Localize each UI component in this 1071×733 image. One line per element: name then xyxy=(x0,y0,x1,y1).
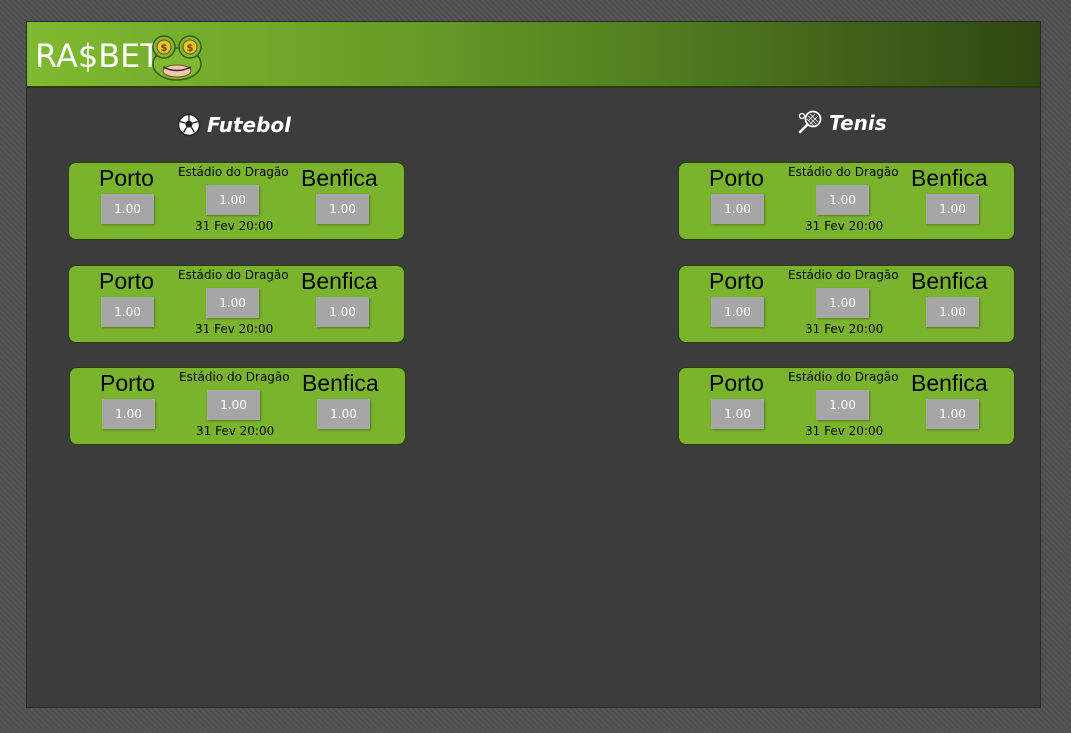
game-card: Porto Estádio do Dragão Benfica 1.00 1.0… xyxy=(678,265,1015,343)
top-bar: RA$BET $ $ xyxy=(27,22,1040,88)
venue: Estádio do Dragão xyxy=(178,165,289,179)
odd-draw-button[interactable]: 1.00 xyxy=(816,390,869,420)
frog-mascot-icon: $ $ xyxy=(152,35,202,81)
match-datetime: 31 Fev 20:00 xyxy=(805,219,884,233)
away-team: Benfica xyxy=(911,165,988,191)
venue: Estádio do Dragão xyxy=(788,165,899,179)
odd-away-button[interactable]: 1.00 xyxy=(926,194,979,224)
game-card: Porto Estádio do Dragão Benfica 1.00 1.0… xyxy=(678,367,1015,445)
odd-home-button[interactable]: 1.00 xyxy=(102,399,155,429)
game-card: Porto Estádio do Dragão Benfica 1.00 1.0… xyxy=(68,265,405,343)
home-team: Porto xyxy=(99,268,154,294)
odd-home-button[interactable]: 1.00 xyxy=(101,194,154,224)
odd-away-button[interactable]: 1.00 xyxy=(926,399,979,429)
odd-home-button[interactable]: 1.00 xyxy=(711,297,764,327)
venue: Estádio do Dragão xyxy=(788,268,899,282)
odd-away-button[interactable]: 1.00 xyxy=(926,297,979,327)
odd-home-button[interactable]: 1.00 xyxy=(101,297,154,327)
game-card: Porto Estádio do Dragão Benfica 1.00 1.0… xyxy=(69,367,406,445)
tennis-racket-icon xyxy=(798,110,822,134)
app-window: RA$BET $ $ Futebol Porto Estádio do Drag… xyxy=(26,21,1041,708)
match-datetime: 31 Fev 20:00 xyxy=(196,424,275,438)
odd-away-button[interactable]: 1.00 xyxy=(316,194,369,224)
section-label: Tenis xyxy=(829,111,887,135)
game-card: Porto Estádio do Dragão Benfica 1.00 1.0… xyxy=(678,162,1015,240)
venue: Estádio do Dragão xyxy=(178,268,289,282)
odd-draw-button[interactable]: 1.00 xyxy=(816,185,869,215)
odd-draw-button[interactable]: 1.00 xyxy=(207,390,260,420)
away-team: Benfica xyxy=(301,165,378,191)
away-team: Benfica xyxy=(911,370,988,396)
svg-text:$: $ xyxy=(161,43,168,54)
venue: Estádio do Dragão xyxy=(788,370,899,384)
home-team: Porto xyxy=(709,165,764,191)
away-team: Benfica xyxy=(911,268,988,294)
odd-draw-button[interactable]: 1.00 xyxy=(816,288,869,318)
svg-text:$: $ xyxy=(187,43,194,54)
game-card: Porto Estádio do Dragão Benfica 1.00 1.0… xyxy=(68,162,405,240)
odd-away-button[interactable]: 1.00 xyxy=(317,399,370,429)
match-datetime: 31 Fev 20:00 xyxy=(805,322,884,336)
odd-home-button[interactable]: 1.00 xyxy=(711,399,764,429)
logo-text[interactable]: RA$BET xyxy=(35,36,160,76)
odd-away-button[interactable]: 1.00 xyxy=(316,297,369,327)
odd-draw-button[interactable]: 1.00 xyxy=(206,185,259,215)
match-datetime: 31 Fev 20:00 xyxy=(805,424,884,438)
home-team: Porto xyxy=(709,370,764,396)
section-label: Futebol xyxy=(207,113,292,137)
home-team: Porto xyxy=(100,370,155,396)
soccer-ball-icon xyxy=(177,113,201,137)
away-team: Benfica xyxy=(301,268,378,294)
odd-draw-button[interactable]: 1.00 xyxy=(206,288,259,318)
away-team: Benfica xyxy=(302,370,379,396)
venue: Estádio do Dragão xyxy=(179,370,290,384)
home-team: Porto xyxy=(709,268,764,294)
section-title-tenis: Tenis xyxy=(797,110,887,136)
home-team: Porto xyxy=(99,165,154,191)
odd-home-button[interactable]: 1.00 xyxy=(711,194,764,224)
section-title-futebol: Futebol xyxy=(177,112,291,138)
match-datetime: 31 Fev 20:00 xyxy=(195,219,274,233)
match-datetime: 31 Fev 20:00 xyxy=(195,322,274,336)
